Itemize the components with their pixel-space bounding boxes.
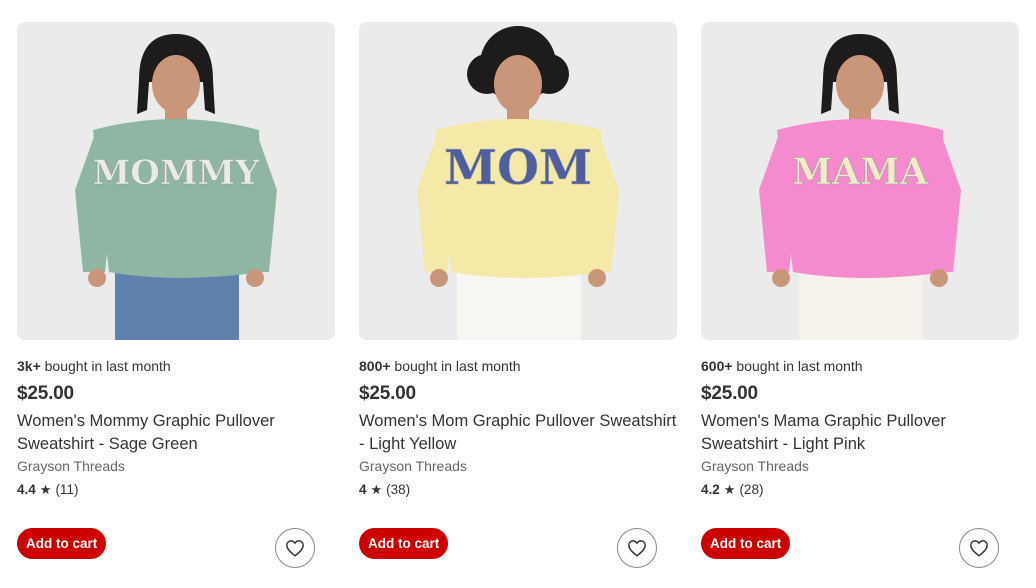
heart-icon [628, 540, 646, 557]
product-image[interactable]: MOMMY [17, 22, 335, 340]
add-to-favorites-button[interactable] [275, 528, 315, 568]
bought-label: bought in last month [40, 358, 171, 374]
svg-text:MOM: MOM [444, 140, 592, 196]
bought-count: 3k+ [17, 358, 41, 374]
brand-link[interactable]: Grayson Threads [17, 458, 125, 474]
product-price: $25.00 [359, 383, 416, 404]
star-icon: ★ [723, 482, 736, 497]
product-card: MOMMY 3k+ bought in last month $25.00 Wo… [17, 22, 335, 588]
brand-link[interactable]: Grayson Threads [701, 458, 809, 474]
heart-icon [286, 540, 304, 557]
product-photo: MOMMY [17, 22, 335, 340]
product-photo: MOM [359, 22, 677, 340]
add-to-favorites-button[interactable] [959, 528, 999, 568]
bought-count: 600+ [701, 358, 733, 374]
product-image[interactable]: MAMA [701, 22, 1019, 340]
svg-text:MOMMY: MOMMY [93, 153, 261, 193]
product-card: MAMA 600+ bought in last month $25.00 Wo… [701, 22, 1019, 588]
product-image[interactable]: MOM [359, 22, 677, 340]
product-title-link[interactable]: Women's Mom Graphic Pullover Sweatshirt … [359, 410, 677, 456]
bought-in-last-month: 3k+ bought in last month [17, 358, 171, 374]
product-grid: MOMMY 3k+ bought in last month $25.00 Wo… [0, 0, 1036, 588]
bought-in-last-month: 800+ bought in last month [359, 358, 521, 374]
star-icon: ★ [370, 482, 383, 497]
rating-score: 4.4 [17, 482, 36, 497]
svg-text:MAMA: MAMA [792, 151, 929, 193]
heart-icon [970, 540, 988, 557]
add-to-cart-button[interactable]: Add to cart [17, 528, 107, 559]
product-rating: 4.4 ★ (11) [17, 482, 78, 497]
star-icon: ★ [39, 482, 52, 497]
product-card: MOM 800+ bought in last month $25.00 Wom… [359, 22, 677, 588]
add-to-cart-button[interactable]: Add to cart [701, 528, 791, 559]
bought-in-last-month: 600+ bought in last month [701, 358, 863, 374]
product-rating: 4.2 ★ (28) [701, 482, 763, 497]
brand-link[interactable]: Grayson Threads [359, 458, 467, 474]
bought-label: bought in last month [390, 358, 521, 374]
review-count: (28) [739, 482, 764, 497]
rating-score: 4.2 [701, 482, 720, 497]
bought-label: bought in last month [732, 358, 863, 374]
product-price: $25.00 [17, 383, 74, 404]
review-count: (38) [386, 482, 411, 497]
product-price: $25.00 [701, 383, 758, 404]
review-count: (11) [55, 482, 79, 497]
product-title-link[interactable]: Women's Mama Graphic Pullover Sweatshirt… [701, 410, 1019, 456]
product-rating: 4 ★ (38) [359, 482, 410, 497]
product-title-link[interactable]: Women's Mommy Graphic Pullover Sweatshir… [17, 410, 335, 456]
add-to-favorites-button[interactable] [617, 528, 657, 568]
add-to-cart-button[interactable]: Add to cart [359, 528, 449, 559]
rating-score: 4 [359, 482, 367, 497]
bought-count: 800+ [359, 358, 391, 374]
product-photo: MAMA [701, 22, 1019, 340]
